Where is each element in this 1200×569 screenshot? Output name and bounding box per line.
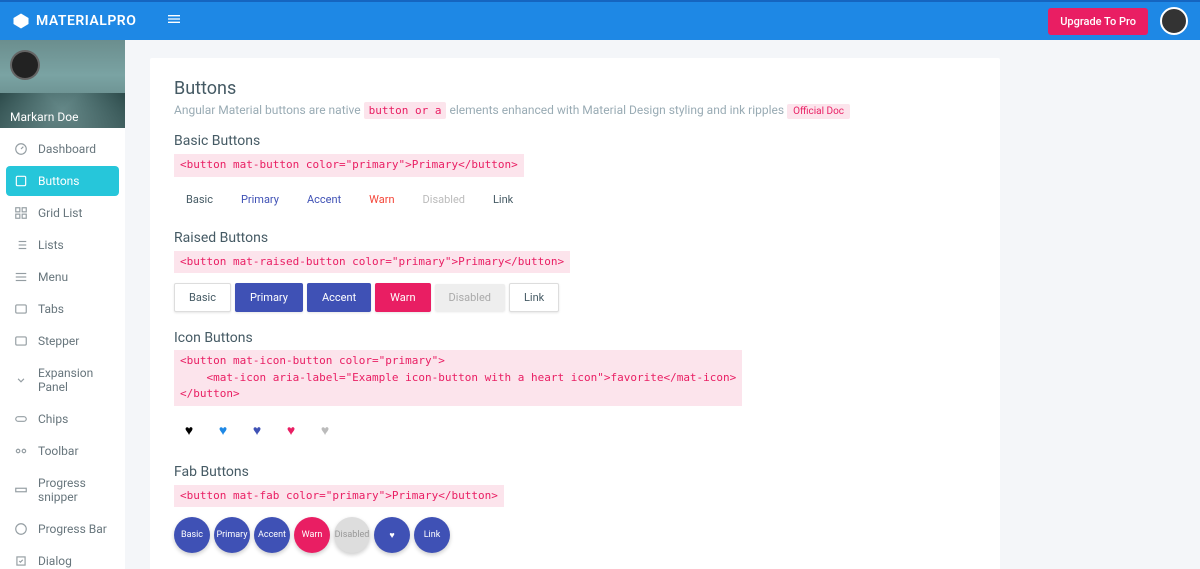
chip-icon bbox=[14, 412, 28, 426]
sidebar-item-label: Grid List bbox=[38, 206, 82, 220]
page-subtitle: Angular Material buttons are native butt… bbox=[174, 103, 976, 117]
sidebar-item-label: Dashboard bbox=[38, 142, 96, 156]
sidebar: Markarn Doe Dashboard Buttons Grid List … bbox=[0, 40, 125, 569]
menu-icon bbox=[14, 270, 28, 284]
grid-icon bbox=[14, 206, 28, 220]
basic-button[interactable]: Basic bbox=[174, 187, 225, 212]
icon-button-primary[interactable]: ♥ bbox=[208, 416, 238, 446]
sidebar-item-label: Menu bbox=[38, 270, 68, 284]
folder-icon bbox=[14, 302, 28, 316]
icon-button-disabled: ♥ bbox=[310, 416, 340, 446]
fab-heart[interactable]: ♥ bbox=[374, 517, 410, 553]
fab-accent[interactable]: Accent bbox=[254, 517, 290, 553]
fab-basic[interactable]: Basic bbox=[174, 517, 210, 553]
list-icon bbox=[14, 238, 28, 252]
hamburger-icon[interactable] bbox=[166, 11, 182, 31]
icon-button-accent[interactable]: ♥ bbox=[242, 416, 272, 446]
sidebar-item-menu[interactable]: Menu bbox=[6, 262, 119, 292]
section-icon-buttons: Icon Buttons <button mat-icon-button col… bbox=[174, 330, 976, 446]
section-title: Basic Buttons bbox=[174, 133, 976, 149]
main-content: Buttons Angular Material buttons are nat… bbox=[125, 40, 1200, 569]
code-block: <button mat-button color="primary">Prima… bbox=[174, 154, 524, 177]
sidebar-item-dashboard[interactable]: Dashboard bbox=[6, 134, 119, 164]
sidebar-item-label: Expansion Panel bbox=[38, 366, 111, 394]
icon-button-basic[interactable]: ♥ bbox=[174, 416, 204, 446]
code-block: <button mat-fab color="primary">Primary<… bbox=[174, 485, 504, 508]
section-raised-buttons: Raised Buttons <button mat-raised-button… bbox=[174, 230, 976, 313]
sidebar-item-progress-bar[interactable]: Progress Bar bbox=[6, 514, 119, 544]
icon-button-warn[interactable]: ♥ bbox=[276, 416, 306, 446]
sidebar-item-chips[interactable]: Chips bbox=[6, 404, 119, 434]
primary-raised-button[interactable]: Primary bbox=[235, 283, 303, 312]
speedometer-icon bbox=[14, 142, 28, 156]
heart-icon: ♥ bbox=[287, 422, 295, 439]
code-inline: button or a bbox=[364, 102, 447, 119]
sidebar-item-dialog[interactable]: Dialog bbox=[6, 546, 119, 569]
sidebar-item-expansion[interactable]: Expansion Panel bbox=[6, 358, 119, 402]
upgrade-button[interactable]: Upgrade To Pro bbox=[1048, 8, 1148, 35]
sidebar-item-tabs[interactable]: Tabs bbox=[6, 294, 119, 324]
profile-card: Markarn Doe bbox=[0, 40, 125, 128]
stepper-icon bbox=[14, 334, 28, 348]
sidebar-item-progress-snipper[interactable]: Progress snipper bbox=[6, 468, 119, 512]
sidebar-item-buttons[interactable]: Buttons bbox=[6, 166, 119, 196]
sidebar-item-label: Toolbar bbox=[38, 444, 79, 458]
link-raised-button[interactable]: Link bbox=[509, 283, 559, 312]
brand-logo[interactable]: MATERIALPRO bbox=[12, 12, 136, 30]
content-card: Buttons Angular Material buttons are nat… bbox=[150, 58, 1000, 569]
fab-warn[interactable]: Warn bbox=[294, 517, 330, 553]
heart-icon: ♥ bbox=[185, 422, 193, 439]
dialog-icon bbox=[14, 554, 28, 568]
expand-icon bbox=[14, 373, 28, 387]
warn-raised-button[interactable]: Warn bbox=[375, 283, 430, 312]
progress-circle-icon bbox=[14, 483, 28, 497]
sidebar-item-lists[interactable]: Lists bbox=[6, 230, 119, 260]
disabled-button: Disabled bbox=[411, 187, 477, 212]
section-basic-buttons: Basic Buttons <button mat-button color="… bbox=[174, 133, 976, 212]
profile-avatar-icon[interactable] bbox=[10, 50, 40, 80]
accent-raised-button[interactable]: Accent bbox=[307, 283, 371, 312]
sidebar-item-gridlist[interactable]: Grid List bbox=[6, 198, 119, 228]
heart-icon: ♥ bbox=[389, 530, 394, 541]
sidebar-item-label: Tabs bbox=[38, 302, 64, 316]
brand-text: MATERIALPRO bbox=[36, 13, 136, 29]
basic-raised-button[interactable]: Basic bbox=[174, 283, 231, 312]
topbar: MATERIALPRO Upgrade To Pro bbox=[0, 0, 1200, 40]
sidebar-item-label: Chips bbox=[38, 412, 68, 426]
code-block: <button mat-raised-button color="primary… bbox=[174, 251, 570, 274]
logo-icon bbox=[12, 12, 30, 30]
link-button[interactable]: Link bbox=[481, 187, 525, 212]
user-avatar-icon[interactable] bbox=[1160, 7, 1188, 35]
section-title: Icon Buttons bbox=[174, 330, 976, 346]
fab-link[interactable]: Link bbox=[414, 517, 450, 553]
nav-list: Dashboard Buttons Grid List Lists Menu T… bbox=[0, 128, 125, 569]
sidebar-item-toolbar[interactable]: Toolbar bbox=[6, 436, 119, 466]
official-doc-link[interactable]: Official Doc bbox=[787, 104, 850, 119]
section-title: Fab Buttons bbox=[174, 464, 976, 480]
heart-icon: ♥ bbox=[321, 422, 329, 439]
sidebar-item-label: Lists bbox=[38, 238, 64, 252]
toolbar-icon bbox=[14, 444, 28, 458]
accent-button[interactable]: Accent bbox=[295, 187, 353, 212]
disabled-raised-button: Disabled bbox=[435, 284, 505, 311]
sidebar-item-label: Progress snipper bbox=[38, 476, 111, 504]
fab-disabled: Disabled bbox=[334, 517, 370, 553]
heart-icon: ♥ bbox=[219, 422, 227, 439]
progress-bar-icon bbox=[14, 522, 28, 536]
sidebar-item-label: Progress Bar bbox=[38, 522, 107, 536]
section-fab-buttons: Fab Buttons <button mat-fab color="prima… bbox=[174, 464, 976, 554]
checkbox-icon bbox=[14, 174, 28, 188]
warn-button[interactable]: Warn bbox=[357, 187, 406, 212]
sidebar-item-label: Dialog bbox=[38, 554, 72, 568]
primary-button[interactable]: Primary bbox=[229, 187, 291, 212]
page-title: Buttons bbox=[174, 78, 976, 99]
section-title: Raised Buttons bbox=[174, 230, 976, 246]
heart-icon: ♥ bbox=[253, 422, 261, 439]
fab-primary[interactable]: Primary bbox=[214, 517, 250, 553]
sidebar-item-stepper[interactable]: Stepper bbox=[6, 326, 119, 356]
profile-name: Markarn Doe bbox=[10, 110, 115, 124]
sidebar-item-label: Buttons bbox=[38, 174, 80, 188]
code-block: <button mat-icon-button color="primary">… bbox=[174, 350, 742, 406]
sidebar-item-label: Stepper bbox=[38, 334, 79, 348]
